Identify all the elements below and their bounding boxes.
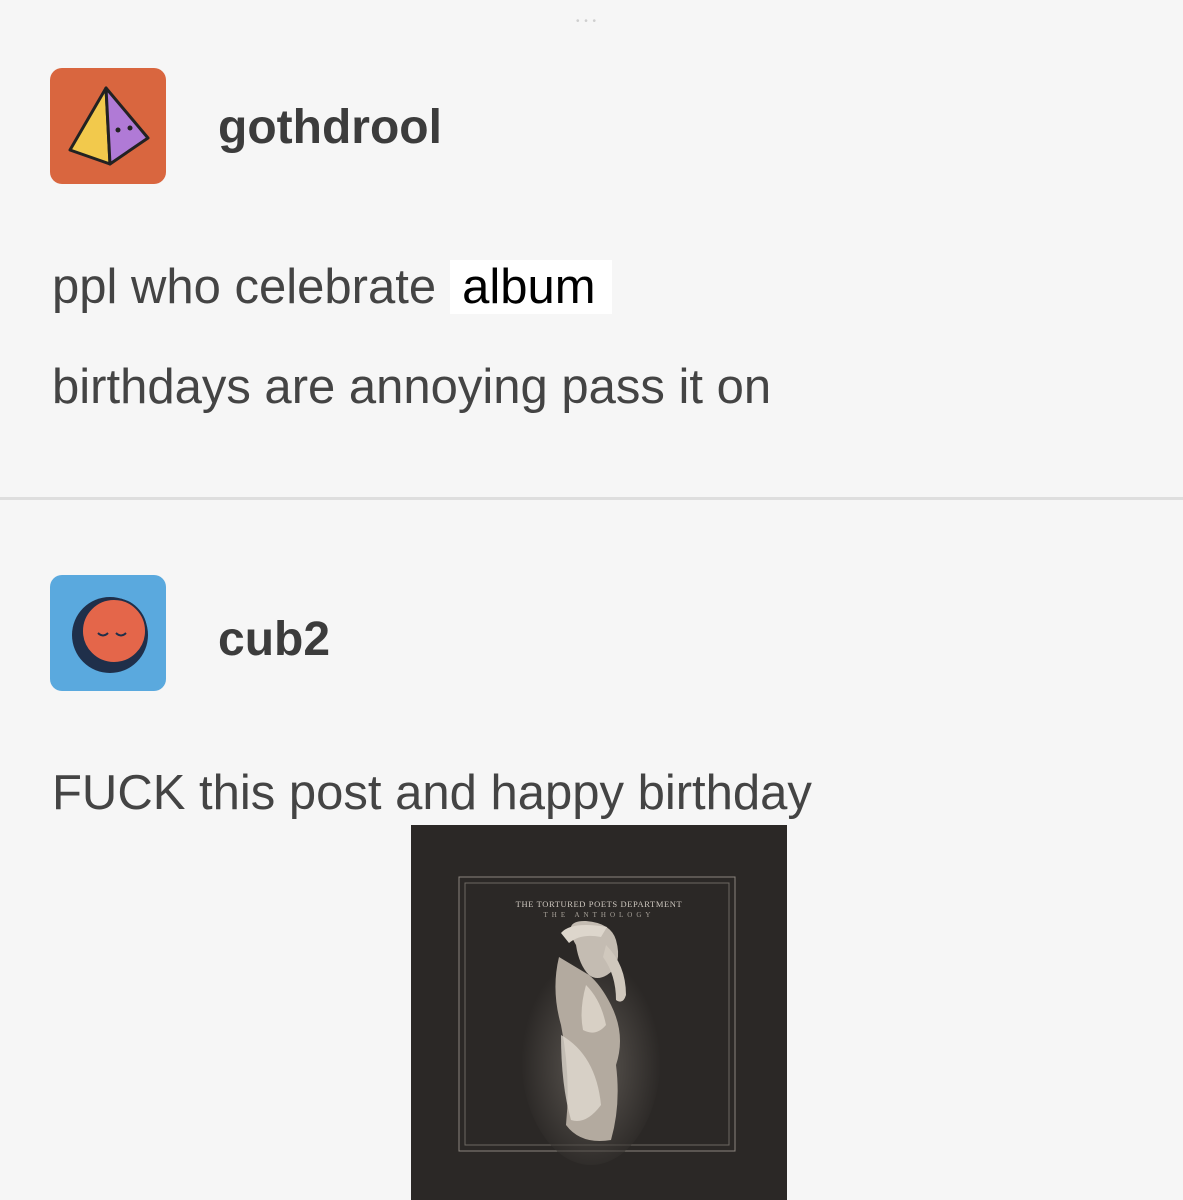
avatar[interactable] bbox=[50, 575, 166, 691]
post-gothdrool: gothdrool ppl who celebrate album birthda… bbox=[0, 0, 1183, 498]
post-text: ppl who celebrate bbox=[52, 260, 437, 314]
avatar[interactable] bbox=[50, 68, 166, 184]
album-title: THE TORTURED POETS DEPARTMENT bbox=[515, 899, 683, 909]
sleeping-face-icon bbox=[50, 575, 166, 691]
username[interactable]: cub2 bbox=[218, 612, 330, 667]
pyramid-icon bbox=[50, 68, 166, 184]
album-artwork bbox=[411, 825, 787, 1200]
post-text-line-2: birthdays are annoying pass it on bbox=[52, 360, 772, 414]
album-subtitle: THE ANTHOLOGY bbox=[543, 911, 655, 919]
post-text-line-1: ppl who celebrate album bbox=[52, 237, 612, 337]
album-cover: THE TORTURED POETS DEPARTMENT THE ANTHOL… bbox=[411, 825, 787, 1200]
overlay-word: album bbox=[450, 260, 612, 314]
username[interactable]: gothdrool bbox=[218, 100, 442, 155]
